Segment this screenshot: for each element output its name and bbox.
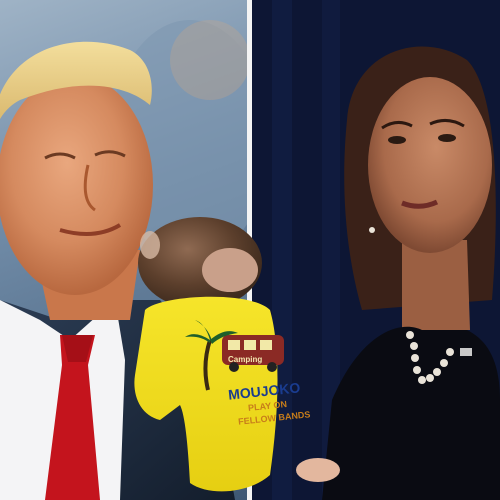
- monkey-hand: [296, 458, 340, 482]
- toy-monkey: Camping MOUJOKO PLAY ON FELLOW BANDS: [130, 215, 345, 500]
- collage-image: Camping MOUJOKO PLAY ON FELLOW BANDS: [0, 0, 500, 500]
- flag-pin: [460, 348, 472, 356]
- bus-sign: Camping: [228, 355, 263, 364]
- monkey-face: [202, 248, 258, 292]
- woman-face: [368, 77, 492, 253]
